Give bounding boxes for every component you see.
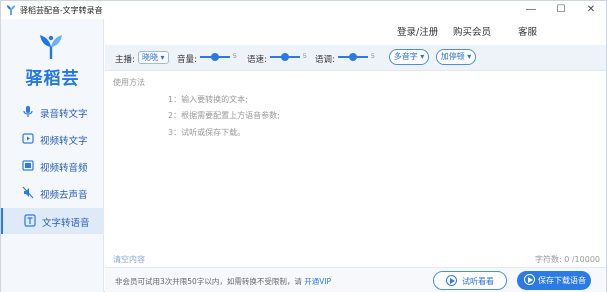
polyphone-button[interactable]: 多音字 ▾ xyxy=(389,49,429,65)
play-icon xyxy=(524,274,535,285)
play-icon xyxy=(446,275,457,286)
video-icon xyxy=(22,133,34,144)
save-button-label: 保存下载语音 xyxy=(538,276,586,285)
speed-value: 5 xyxy=(303,53,307,60)
sidebar-item-label: 视频转音频 xyxy=(40,163,88,174)
close-button[interactable]: ✕ xyxy=(577,2,605,18)
mute-icon xyxy=(22,186,34,199)
sidebar-item-label: 录音转文字 xyxy=(40,109,88,120)
usage-title: 使用方法 xyxy=(113,78,145,87)
sidebar-item-remove-audio[interactable]: 视频去声音 xyxy=(1,180,104,206)
pitch-value: 5 xyxy=(371,53,375,60)
login-register-link[interactable]: 登录/注册 xyxy=(397,24,438,38)
text-icon xyxy=(24,214,36,227)
voice-settings-toolbar: 主播: 晓晓 ▾ 音量: 5 语速: 5 语调: 5 多音字 ▾ 加停顿 ▾ xyxy=(105,45,606,71)
minimize-button[interactable]: — xyxy=(517,2,545,18)
sidebar-item-label: 视频去声音 xyxy=(40,190,88,201)
film-icon xyxy=(22,160,34,171)
speed-slider-knob[interactable] xyxy=(281,53,289,61)
anchor-select[interactable]: 晓晓 ▾ xyxy=(138,51,169,64)
sidebar-item-label: 文字转语音 xyxy=(42,218,90,229)
usage-step: 2：根据需要配置上方语音参数; xyxy=(168,111,280,120)
volume-value: 5 xyxy=(233,53,237,60)
app-window: 驿稻芸配音-文字转录音 — ☐ ✕ 登录/注册 购买会员 客服 驿稻芸 录音转文… xyxy=(0,0,607,292)
footer-bar: 非会员可试用3次并限50字以内，如需转换不受限制，请 开通VIP 试听看看 保存… xyxy=(105,267,606,292)
sidebar-item-label: 视频转文字 xyxy=(40,136,88,147)
character-counter: 字符数: 0 /10000 xyxy=(534,255,600,264)
buy-vip-link[interactable]: 购买会员 xyxy=(453,24,491,38)
volume-label: 音量: xyxy=(177,55,197,65)
preview-button[interactable]: 试听看看 xyxy=(433,271,507,290)
sidebar-item-video-to-audio[interactable]: 视频转音频 xyxy=(1,153,104,179)
save-download-button[interactable]: 保存下载语音 xyxy=(517,271,591,290)
preview-button-label: 试听看看 xyxy=(462,277,494,286)
maximize-button[interactable]: ☐ xyxy=(547,2,575,18)
open-vip-link[interactable]: 开通VIP xyxy=(304,277,331,286)
window-title: 驿稻芸配音-文字转录音 xyxy=(20,6,103,15)
trial-limit-text: 非会员可试用3次并限50字以内，如需转换不受限制，请 xyxy=(115,277,305,286)
app-logo-icon xyxy=(7,5,15,15)
speed-label: 语速: xyxy=(247,55,267,65)
pitch-slider[interactable] xyxy=(338,53,368,61)
microphone-icon xyxy=(23,106,33,117)
usage-step: 1：输入要转换的文本; xyxy=(168,95,248,104)
volume-slider-knob[interactable] xyxy=(211,53,219,61)
add-pause-button[interactable]: 加停顿 ▾ xyxy=(436,49,476,65)
pitch-label: 语调: xyxy=(315,55,335,65)
clear-content-button[interactable]: 清空内容 xyxy=(113,254,145,265)
pitch-slider-knob[interactable] xyxy=(349,53,357,61)
usage-step: 3：试听或保存下载。 xyxy=(168,128,246,137)
brand-name: 驿稻芸 xyxy=(25,69,80,89)
sidebar: 驿稻芸 录音转文字 视频转文字 视频转音频 视频去声音 文字转语音 xyxy=(1,19,104,292)
anchor-label: 主播: xyxy=(115,55,135,65)
sidebar-item-video-to-text[interactable]: 视频转文字 xyxy=(1,126,104,152)
volume-slider[interactable] xyxy=(200,53,230,61)
title-bar: 驿稻芸配音-文字转录音 — ☐ ✕ xyxy=(1,1,606,19)
speed-slider[interactable] xyxy=(270,53,300,61)
sidebar-item-text-to-speech[interactable]: 文字转语音 xyxy=(1,208,104,234)
brand-logo-icon xyxy=(40,35,62,59)
text-input-area[interactable]: 使用方法 1：输入要转换的文本; 2：根据需要配置上方语音参数; 3：试听或保存… xyxy=(105,72,606,267)
trial-limit-note: 非会员可试用3次并限50字以内，如需转换不受限制，请 开通VIP xyxy=(115,276,331,287)
customer-service-link[interactable]: 客服 xyxy=(518,24,537,38)
sidebar-item-audio-to-text[interactable]: 录音转文字 xyxy=(1,99,104,125)
